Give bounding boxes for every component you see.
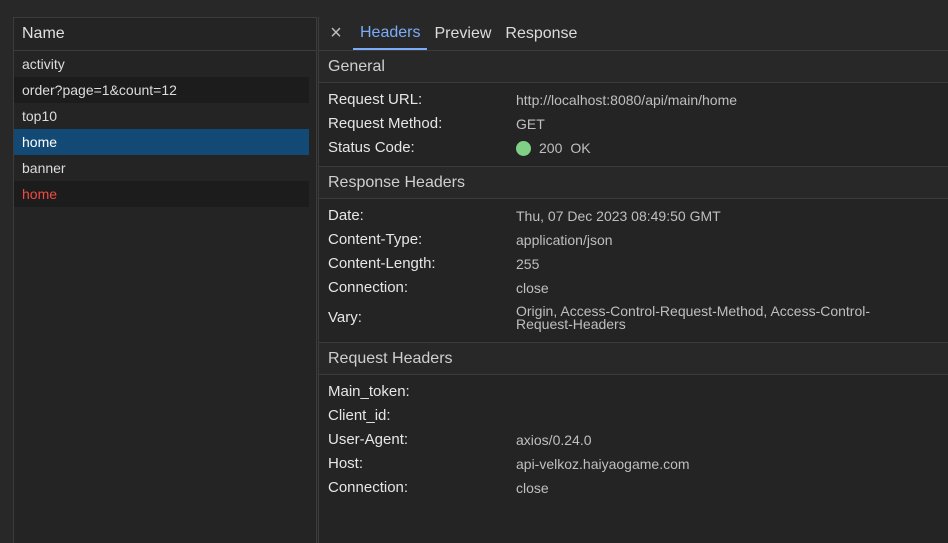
header-value: 200 OK	[516, 136, 948, 160]
request-name: activity	[22, 56, 65, 72]
section-title: General	[328, 57, 385, 75]
request-name: home	[22, 186, 58, 202]
vary-value-line2: Request-Headers	[516, 316, 626, 332]
request-name: home	[22, 134, 58, 150]
request-headers-section-body: Main_token: Client_id: User-Agent: axios…	[319, 375, 948, 506]
close-icon[interactable]: ×	[319, 17, 353, 50]
name-column-label: Name	[22, 25, 65, 42]
header-key: Host:	[328, 455, 364, 472]
content-length-row: Content-Length: 255	[319, 252, 948, 276]
header-value: http://localhost:8080/api/main/home	[516, 92, 738, 108]
general-section-body: Request URL: http://localhost:8080/api/m…	[319, 83, 948, 167]
request-row-order[interactable]: order?page=1&count=12	[14, 77, 309, 103]
header-value: Thu, 07 Dec 2023 08:49:50 GMT	[516, 208, 721, 224]
devtools-network-panel: Name activity order?page=1&count=12 top1…	[0, 0, 948, 543]
section-title: Response Headers	[328, 173, 465, 191]
vary-row: Vary: Origin, Access-Control-Request-Met…	[319, 300, 948, 336]
section-title: Request Headers	[328, 349, 453, 367]
header-value: 255	[516, 256, 540, 272]
header-key: Connection:	[328, 279, 409, 296]
response-headers-section-body: Date: Thu, 07 Dec 2023 08:49:50 GMT Cont…	[319, 199, 948, 343]
header-value: Origin, Access-Control-Request-Method, A…	[516, 300, 948, 331]
user-agent-row: User-Agent: axios/0.24.0	[319, 428, 948, 452]
header-key: Date:	[328, 207, 364, 224]
header-key: Client_id:	[328, 407, 391, 424]
content-type-row: Content-Type: application/json	[319, 228, 948, 252]
header-key: Vary:	[328, 309, 362, 326]
name-column-header[interactable]: Name	[14, 18, 316, 51]
request-name: banner	[22, 160, 66, 176]
status-success-icon	[516, 141, 531, 156]
request-row-home-error[interactable]: home	[14, 181, 309, 207]
header-value: application/json	[516, 232, 613, 248]
request-name: order?page=1&count=12	[22, 82, 177, 98]
header-key: Status Code:	[328, 139, 415, 156]
main-token-row: Main_token:	[319, 380, 948, 404]
header-value: close	[516, 480, 549, 496]
tab-response[interactable]: Response	[498, 17, 584, 50]
client-id-row: Client_id:	[319, 404, 948, 428]
header-key: Content-Length:	[328, 255, 436, 272]
request-list-panel: Name activity order?page=1&count=12 top1…	[13, 17, 317, 543]
tab-headers[interactable]: Headers	[353, 17, 428, 50]
request-row-banner[interactable]: banner	[14, 155, 309, 181]
header-key: Content-Type:	[328, 231, 423, 248]
header-key: Request Method:	[328, 115, 443, 132]
details-tabbar: × Headers Preview Response	[319, 17, 948, 51]
request-url-row: Request URL: http://localhost:8080/api/m…	[319, 88, 948, 112]
request-headers-section-header[interactable]: Request Headers	[319, 343, 948, 375]
request-connection-row: Connection: close	[319, 476, 948, 500]
header-key: Request URL:	[328, 91, 423, 108]
general-section-header[interactable]: General	[319, 51, 948, 83]
status-code: 200	[539, 140, 563, 156]
request-name: top10	[22, 108, 58, 124]
header-value: axios/0.24.0	[516, 432, 592, 448]
request-row-activity[interactable]: activity	[14, 51, 309, 77]
date-row: Date: Thu, 07 Dec 2023 08:49:50 GMT	[319, 204, 948, 228]
header-value: close	[516, 280, 549, 296]
tab-preview[interactable]: Preview	[427, 17, 498, 50]
request-row-home-selected[interactable]: home	[14, 129, 309, 155]
response-headers-section-header[interactable]: Response Headers	[319, 167, 948, 199]
header-value: GET	[516, 116, 545, 132]
connection-row: Connection: close	[319, 276, 948, 300]
request-list: activity order?page=1&count=12 top10 hom…	[14, 51, 316, 207]
header-key: Main_token:	[328, 383, 410, 400]
header-key: Connection:	[328, 479, 409, 496]
header-value: api-velkoz.haiyaogame.com	[516, 456, 690, 472]
request-details-panel: × Headers Preview Response General Reque…	[318, 17, 948, 543]
status-code-row: Status Code: 200 OK	[319, 136, 948, 160]
header-key: User-Agent:	[328, 431, 409, 448]
request-method-row: Request Method: GET	[319, 112, 948, 136]
request-row-top10[interactable]: top10	[14, 103, 309, 129]
status-text: OK	[570, 140, 591, 156]
host-row: Host: api-velkoz.haiyaogame.com	[319, 452, 948, 476]
